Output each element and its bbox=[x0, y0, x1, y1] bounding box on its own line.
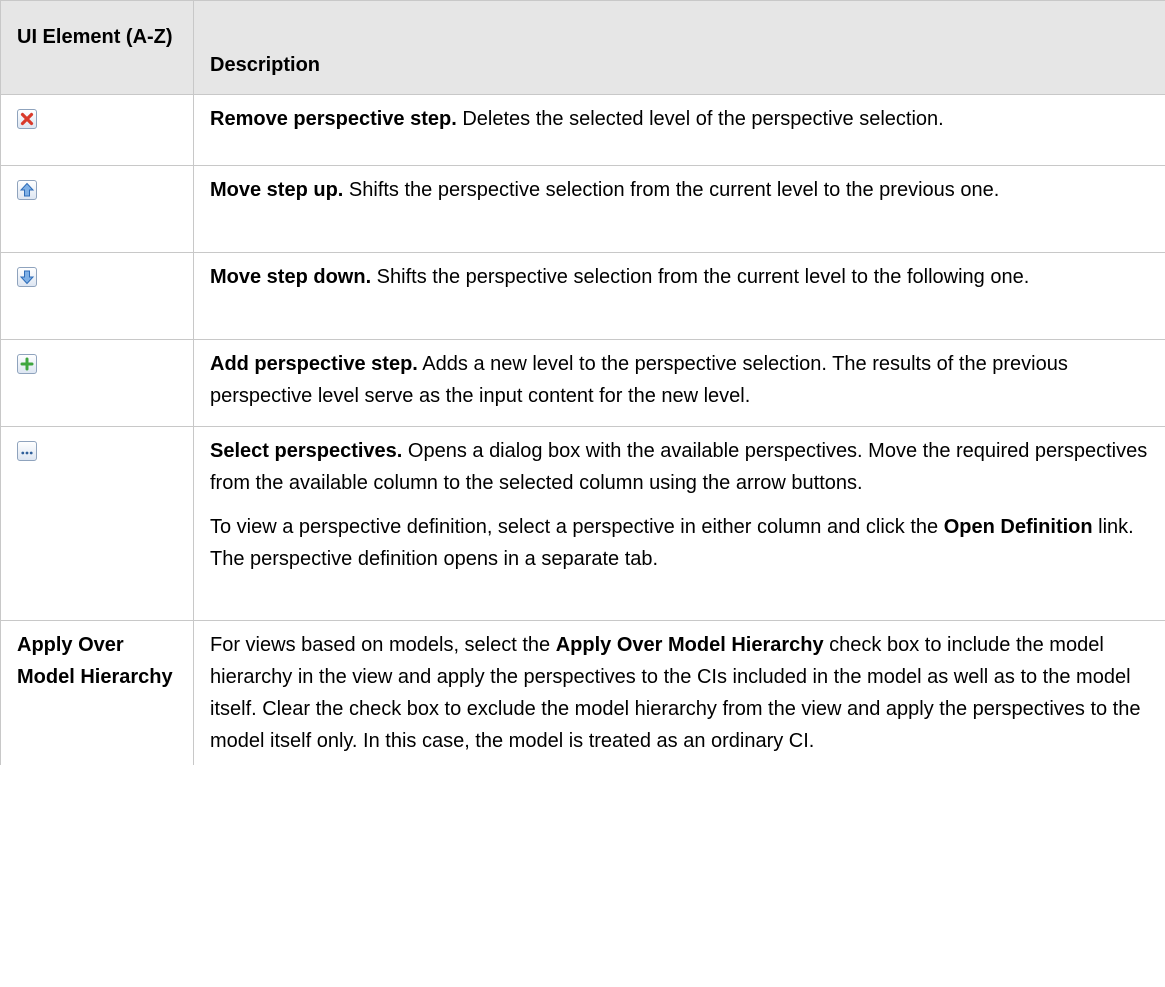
description-text-2: To view a perspective definition, select… bbox=[210, 511, 1155, 575]
ui-element-cell: Apply Over Model Hierarchy bbox=[0, 620, 194, 765]
description-body: Shifts the perspective selection from th… bbox=[371, 266, 1030, 288]
header-ui-element: UI Element (A-Z) bbox=[0, 0, 194, 95]
ellipsis-icon bbox=[17, 441, 37, 461]
table-row: Remove perspective step. Deletes the sel… bbox=[0, 94, 1165, 166]
description-cell: Move step down. Shifts the perspective s… bbox=[193, 252, 1165, 340]
ui-elements-table: UI Element (A-Z) Description Remove pers… bbox=[0, 0, 1165, 765]
table-row: Add perspective step. Adds a new level t… bbox=[0, 339, 1165, 427]
table-header-row: UI Element (A-Z) Description bbox=[0, 0, 1165, 95]
ui-element-cell bbox=[0, 339, 194, 427]
add-icon bbox=[17, 354, 37, 374]
ui-element-cell bbox=[0, 426, 194, 621]
description-cell: Select perspectives. Opens a dialog box … bbox=[193, 426, 1165, 621]
description-text: Move step up. Shifts the perspective sel… bbox=[210, 174, 1155, 206]
ui-element-cell bbox=[0, 94, 194, 166]
header-description: Description bbox=[193, 0, 1165, 95]
description-cell: For views based on models, select the Ap… bbox=[193, 620, 1165, 765]
remove-icon bbox=[17, 109, 37, 129]
table-row: Move step down. Shifts the perspective s… bbox=[0, 252, 1165, 340]
description-text: For views based on models, select the Ap… bbox=[210, 629, 1155, 757]
description-term: Select perspectives. bbox=[210, 440, 403, 462]
description-term: Add perspective step. bbox=[210, 353, 418, 375]
description-term: Apply Over Model Hierarchy bbox=[555, 634, 824, 656]
description-body: For views based on models, select the bbox=[210, 634, 556, 656]
table-row: Apply Over Model Hierarchy For views bas… bbox=[0, 620, 1165, 765]
ui-element-cell bbox=[0, 252, 194, 340]
description-text: Move step down. Shifts the perspective s… bbox=[210, 261, 1155, 293]
ui-element-cell bbox=[0, 165, 194, 253]
description-term: Move step down. bbox=[210, 266, 372, 288]
description-cell: Remove perspective step. Deletes the sel… bbox=[193, 94, 1165, 166]
description-term: Move step up. bbox=[210, 179, 344, 201]
description-cell: Move step up. Shifts the perspective sel… bbox=[193, 165, 1165, 253]
description-body: Shifts the perspective selection from th… bbox=[343, 179, 1000, 201]
description-body: To view a perspective definition, select… bbox=[210, 516, 944, 538]
move-up-icon bbox=[17, 180, 37, 200]
table-row: Move step up. Shifts the perspective sel… bbox=[0, 165, 1165, 253]
description-cell: Add perspective step. Adds a new level t… bbox=[193, 339, 1165, 427]
description-term: Remove perspective step. bbox=[210, 108, 457, 130]
description-body: Deletes the selected level of the perspe… bbox=[456, 108, 944, 130]
table-row: Select perspectives. Opens a dialog box … bbox=[0, 426, 1165, 621]
move-down-icon bbox=[17, 267, 37, 287]
description-text: Remove perspective step. Deletes the sel… bbox=[210, 103, 1155, 135]
description-text: Add perspective step. Adds a new level t… bbox=[210, 348, 1155, 412]
description-term: Open Definition bbox=[943, 516, 1093, 538]
description-text: Select perspectives. Opens a dialog box … bbox=[210, 435, 1155, 499]
ui-element-name: Apply Over Model Hierarchy bbox=[17, 634, 173, 688]
